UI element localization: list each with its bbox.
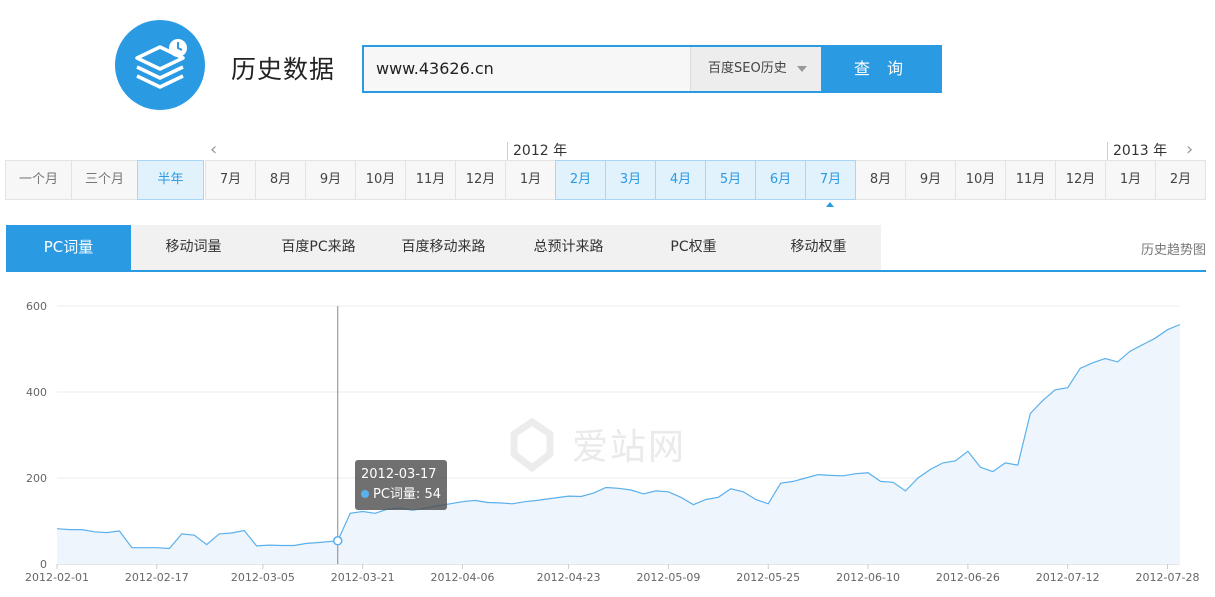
month-button[interactable]: 11月	[405, 160, 456, 200]
hover-point	[333, 536, 343, 546]
tooltip-row: PC词量: 54	[361, 485, 441, 505]
data-type-select-value: 百度SEO历史	[708, 61, 787, 76]
month-button[interactable]: 2月	[555, 160, 606, 200]
tab-mobile-keywords[interactable]: 移动词量	[131, 225, 256, 270]
tooltip-date: 2012-03-17	[361, 467, 437, 482]
range-selector: 一个月 三个月 半年	[5, 160, 204, 200]
tab-total-estimated-traffic[interactable]: 总预计来路	[506, 225, 631, 270]
month-button[interactable]: 1月	[1105, 160, 1156, 200]
year-label-2012: 2012 年	[507, 142, 567, 162]
month-button[interactable]: 12月	[455, 160, 506, 200]
x-tick-label: 2012-04-06	[431, 571, 495, 584]
month-button[interactable]: 8月	[255, 160, 306, 200]
month-button[interactable]: 9月	[905, 160, 956, 200]
header: 历史数据 www.43626.cn 百度SEO历史 查 询	[0, 0, 1215, 120]
chevron-left-icon[interactable]: ‹	[210, 141, 217, 159]
year-bar: ‹ 2012 年 2013 年 ›	[0, 140, 1215, 162]
year-label-2013: 2013 年	[1107, 142, 1167, 162]
month-button[interactable]: 2月	[1155, 160, 1206, 200]
range-button-1m[interactable]: 一个月	[5, 160, 72, 200]
x-tick-label: 2012-06-10	[836, 571, 900, 584]
tab-pc-weight[interactable]: PC权重	[631, 225, 756, 270]
trend-chart-link[interactable]: 历史趋势图	[1141, 239, 1206, 258]
x-tick-label: 2012-03-21	[331, 571, 395, 584]
month-button[interactable]: 7月	[805, 160, 856, 207]
chevron-right-icon[interactable]: ›	[1186, 141, 1193, 159]
data-type-select[interactable]: 百度SEO历史	[690, 47, 821, 91]
x-tick-label: 2012-07-12	[1036, 571, 1100, 584]
tab-mobile-weight[interactable]: 移动权重	[756, 225, 881, 270]
tooltip-series: PC词量	[373, 487, 416, 502]
x-tick-label: 2012-05-25	[736, 571, 800, 584]
x-tick-label: 2012-04-23	[537, 571, 601, 584]
tooltip-value: 54	[424, 487, 441, 502]
y-tick-label: 0	[40, 558, 47, 571]
metric-tabs: PC词量 移动词量 百度PC来路 百度移动来路 总预计来路 PC权重 移动权重 …	[6, 225, 1206, 272]
month-button[interactable]: 7月	[205, 160, 256, 200]
y-tick-label: 200	[26, 472, 47, 485]
tab-baidu-mobile-traffic[interactable]: 百度移动来路	[381, 225, 506, 270]
search-bar: www.43626.cn 百度SEO历史 查 询	[362, 45, 942, 93]
x-tick-label: 2012-02-01	[25, 571, 89, 584]
month-button[interactable]: 8月	[855, 160, 906, 200]
query-button[interactable]: 查 询	[821, 45, 942, 93]
month-selector: 7月 8月 9月 10月 11月 12月 1月 2月 3月 4月 5月 6月 7…	[205, 160, 1206, 207]
y-tick-label: 600	[26, 300, 47, 313]
month-button[interactable]: 9月	[305, 160, 356, 200]
tab-pc-keywords[interactable]: PC词量	[6, 225, 131, 270]
month-button[interactable]: 11月	[1005, 160, 1056, 200]
series-dot-icon	[361, 490, 369, 498]
y-tick-label: 400	[26, 386, 47, 399]
month-button[interactable]: 3月	[605, 160, 656, 200]
month-button[interactable]: 10月	[955, 160, 1006, 200]
x-tick-label: 2012-06-26	[936, 571, 1000, 584]
page-title: 历史数据	[231, 55, 336, 84]
month-button[interactable]: 4月	[655, 160, 706, 200]
range-button-3m[interactable]: 三个月	[71, 160, 138, 200]
logo[interactable]	[115, 20, 205, 110]
pc-keywords-chart[interactable]: 0 200 400 600 2012-02-01 2012-02-17 2012-03-05…	[0, 285, 1215, 597]
month-button[interactable]: 10月	[355, 160, 406, 200]
month-button[interactable]: 6月	[755, 160, 806, 200]
tab-baidu-pc-traffic[interactable]: 百度PC来路	[256, 225, 381, 270]
month-button[interactable]: 12月	[1055, 160, 1106, 200]
x-tick-label: 2012-02-17	[125, 571, 189, 584]
domain-input[interactable]: www.43626.cn	[364, 47, 690, 91]
x-tick-label: 2012-05-09	[636, 571, 700, 584]
x-tick-label: 2012-03-05	[231, 571, 295, 584]
series-area	[57, 324, 1180, 564]
stacked-layers-clock-icon	[135, 39, 187, 89]
x-tick-label: 2012-07-28	[1136, 571, 1200, 584]
month-button[interactable]: 5月	[705, 160, 756, 200]
range-button-6m[interactable]: 半年	[137, 160, 204, 200]
chart-tooltip: 2012-03-17 PC词量: 54	[355, 460, 447, 510]
month-button[interactable]: 1月	[505, 160, 556, 200]
chevron-down-icon	[797, 66, 807, 72]
